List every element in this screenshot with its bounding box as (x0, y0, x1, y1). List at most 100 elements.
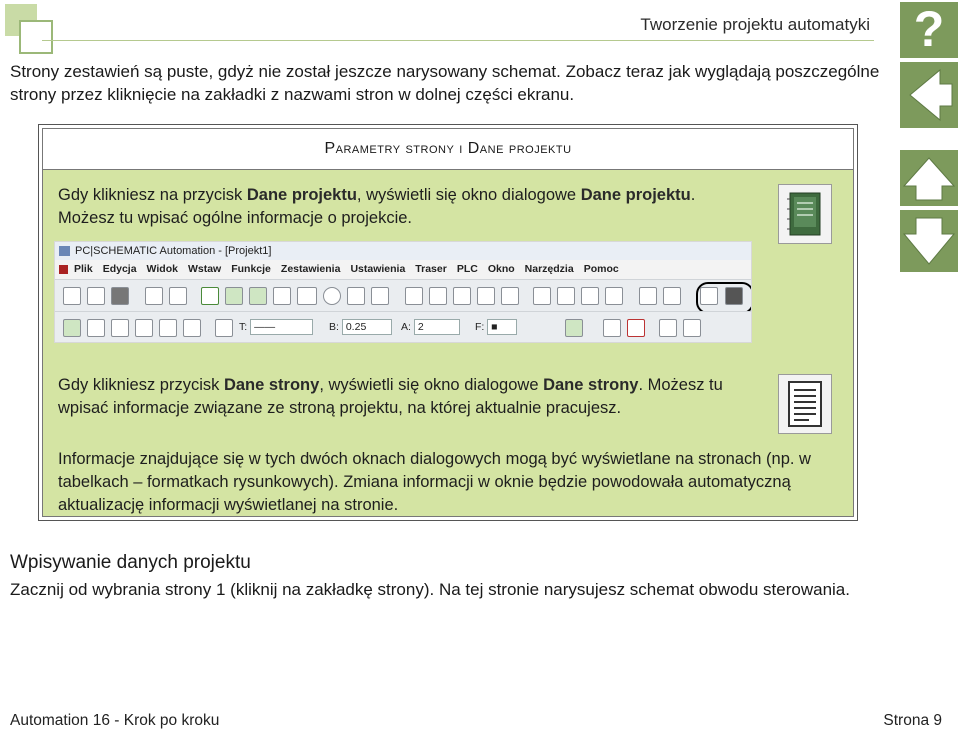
polyline-icon (87, 319, 105, 337)
section-heading: Wpisywanie danych projektu (10, 552, 251, 573)
menu-item: PLC (456, 263, 478, 275)
logo-square-front (19, 20, 53, 54)
arrow-up-icon (902, 157, 956, 201)
undo-icon (639, 287, 657, 305)
l1n-icon (683, 319, 701, 337)
section-body: Zacznij od wybrania strony 1 (kliknij na… (10, 580, 850, 599)
info-box-panel: Parametry strony i Dane projektu Gdy kli… (42, 128, 854, 517)
previous-page-button[interactable] (900, 150, 958, 206)
project-data-paragraph: Gdy klikniesz na przycisk Dane projektu,… (58, 184, 748, 230)
info-box-title: Parametry strony i Dane projektu (324, 140, 572, 157)
frame-icon (581, 287, 599, 305)
menu-app-icon (59, 264, 68, 274)
move-icon (501, 287, 519, 305)
curve-icon (135, 319, 153, 337)
print-icon (145, 287, 163, 305)
width-label: B: (329, 321, 339, 333)
redo-icon (663, 287, 681, 305)
save-icon (111, 287, 129, 305)
page-data-icon (778, 374, 832, 434)
open-icon (87, 287, 105, 305)
wire-icon (225, 287, 243, 305)
delete-icon (477, 287, 495, 305)
app-icon (59, 246, 70, 256)
menu-item: Okno (487, 263, 515, 275)
connector-icon (565, 319, 583, 337)
p1-text-mid: , wyświetli się okno dialogowe (356, 186, 581, 204)
width-field: B: 0.25 (329, 319, 392, 335)
p1-text-pre: Gdy klikniesz na przycisk (58, 186, 247, 204)
project-data-icon (778, 184, 832, 244)
paste-icon (453, 287, 471, 305)
line-type-label: T: (239, 321, 248, 333)
back-button[interactable] (900, 62, 958, 128)
arrow-left-icon (909, 68, 953, 122)
help-button[interactable]: ? (900, 1, 958, 58)
screenshot-menubar: Plik Edycja Widok Wstaw Funkcje Zestawienia Us… (55, 260, 751, 279)
line-type-field: T: —— (239, 319, 314, 335)
corner-icon (111, 319, 129, 337)
new-file-icon (63, 287, 81, 305)
footer-page-number: Strona 9 (883, 712, 942, 729)
header-rule (42, 40, 874, 41)
arc-icon (183, 319, 201, 337)
abc-icon (297, 287, 317, 305)
menu-item: Edycja (102, 263, 137, 275)
menu-item: Zestawienia (280, 263, 341, 275)
cut-icon (405, 287, 423, 305)
fill-label: F: (475, 321, 485, 333)
highlight-circle (696, 282, 751, 314)
brush-icon (215, 319, 233, 337)
fill-color: ■ (487, 319, 518, 335)
terminal-icon (659, 319, 677, 337)
screenshot-window-title: PC|SCHEMATIC Automation - [Projekt1] (55, 242, 751, 260)
p2-text-mid: , wyświetli się okno dialogowe (319, 376, 544, 394)
menu-item: Pomoc (583, 263, 619, 275)
copy-icon (429, 287, 447, 305)
menu-item: Narzędzia (524, 263, 574, 275)
line-type-select: —— (250, 319, 314, 335)
screenshot-toolbar-2: T: —— B: 0.25 A: 2 F: ■ (55, 311, 751, 342)
menu-item: Funkcje (231, 263, 271, 275)
rectangle-icon (159, 319, 177, 337)
circle-icon (323, 287, 341, 305)
menu-item: Widok (146, 263, 178, 275)
arrow-value: 2 (413, 319, 460, 335)
line-tool-icon (63, 319, 81, 337)
arrow-down-icon (902, 217, 956, 265)
header-title: Tworzenie projektu automatyki (640, 15, 870, 34)
pencil-icon (371, 287, 389, 305)
menu-item: Wstaw (187, 263, 222, 275)
lightning-icon (201, 287, 219, 305)
arrow-label: A: (401, 321, 411, 333)
toolbar-screenshot: PC|SCHEMATIC Automation - [Projekt1] Pli… (54, 241, 752, 343)
menu-item: Traser (415, 263, 447, 275)
p2-text-pre: Gdy klikniesz przycisk (58, 376, 224, 394)
menu-item: Plik (74, 263, 93, 275)
symbol-icon (533, 287, 551, 305)
arrow-select-icon (347, 287, 365, 305)
p2-button-name: Dane strony (223, 376, 320, 394)
diagonal-wire-icon (249, 287, 267, 305)
text-icon (273, 287, 291, 305)
info-box: Parametry strony i Dane projektu Gdy kli… (38, 124, 858, 521)
page-data-paragraph: Gdy klikniesz przycisk Dane strony, wyśw… (58, 374, 768, 420)
intro-paragraph: Strony zestawień są puste, gdyż nie zost… (10, 62, 880, 104)
width-value: 0.25 (341, 319, 392, 335)
t-junction-icon (603, 319, 621, 337)
footer-doc-title: Automation 16 - Krok po kroku (10, 712, 220, 729)
menu-item: Ustawienia (350, 263, 406, 275)
next-page-button[interactable] (900, 210, 958, 272)
p2-dialog-name: Dane strony (543, 376, 639, 394)
grid-icon (605, 287, 623, 305)
arrow-field: A: 2 (401, 319, 460, 335)
fill-field: F: ■ (475, 319, 518, 335)
screenshot-toolbar-1 (55, 279, 751, 314)
delete-junction-icon (627, 319, 645, 337)
symbol2-icon (557, 287, 575, 305)
print-preview-icon (169, 287, 187, 305)
help-icon: ? (913, 1, 945, 57)
info-paragraph: Informacje znajdujące się w tych dwóch o… (58, 450, 811, 514)
p1-button-name: Dane projektu (246, 186, 357, 204)
p1-dialog-name: Dane projektu (580, 186, 691, 204)
